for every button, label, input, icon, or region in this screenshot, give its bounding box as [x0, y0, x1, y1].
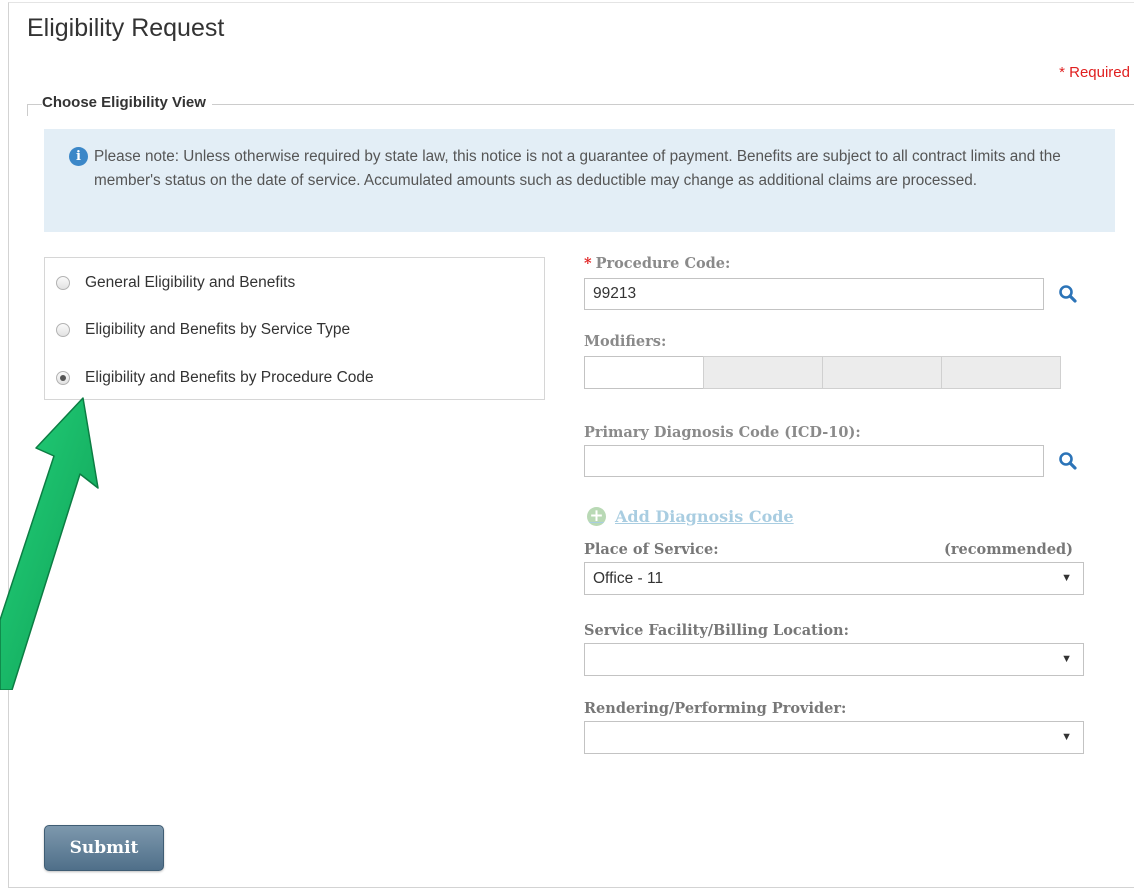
- recommended-hint: (recommended): [944, 541, 1074, 558]
- modifiers-label: Modifiers:: [584, 333, 667, 350]
- modifier-input-4: [941, 356, 1061, 389]
- place-of-service-label: Place of Service:: [584, 541, 719, 558]
- add-diagnosis-label: Add Diagnosis Code: [615, 507, 794, 526]
- search-icon[interactable]: [1058, 451, 1078, 471]
- primary-diagnosis-label: Primary Diagnosis Code (ICD-10):: [584, 424, 861, 441]
- view-option-label: General Eligibility and Benefits: [85, 274, 296, 291]
- view-option-procedure-code[interactable]: Eligibility and Benefits by Procedure Co…: [56, 369, 374, 387]
- radio-procedure-code[interactable]: [56, 371, 70, 385]
- notice-box: Please note: Unless otherwise required b…: [44, 129, 1115, 232]
- add-diagnosis-link[interactable]: + Add Diagnosis Code: [587, 507, 794, 526]
- rendering-provider-select[interactable]: ▼: [584, 721, 1084, 754]
- section-legend: Choose Eligibility View: [42, 94, 212, 111]
- primary-diagnosis-input[interactable]: [584, 445, 1044, 477]
- view-option-label: Eligibility and Benefits by Service Type: [85, 321, 351, 338]
- radio-general[interactable]: [56, 276, 70, 290]
- service-facility-select[interactable]: ▼: [584, 643, 1084, 676]
- submit-button[interactable]: Submit: [44, 825, 164, 871]
- radio-service-type[interactable]: [56, 323, 70, 337]
- view-option-general[interactable]: General Eligibility and Benefits: [56, 274, 295, 292]
- fieldset-border-left: [27, 104, 28, 116]
- modifiers-group: [584, 356, 1061, 389]
- modifier-input-1[interactable]: [584, 356, 704, 389]
- view-option-label: Eligibility and Benefits by Procedure Co…: [85, 369, 374, 386]
- place-of-service-value: Office - 11: [593, 570, 664, 587]
- chevron-down-icon: ▼: [1061, 653, 1072, 665]
- modifier-input-3: [822, 356, 942, 389]
- required-note: * Required: [1059, 64, 1130, 81]
- view-option-service-type[interactable]: Eligibility and Benefits by Service Type: [56, 321, 350, 339]
- service-facility-label: Service Facility/Billing Location:: [584, 622, 849, 639]
- place-of-service-select[interactable]: Office - 11 ▼: [584, 562, 1084, 595]
- modifier-input-2: [703, 356, 823, 389]
- info-icon: i: [69, 147, 88, 166]
- notice-text: Please note: Unless otherwise required b…: [94, 148, 1061, 189]
- procedure-code-input[interactable]: 99213: [584, 278, 1044, 310]
- plus-circle-icon: +: [587, 507, 606, 526]
- search-icon[interactable]: [1058, 284, 1078, 304]
- required-marker: *: [584, 255, 592, 272]
- procedure-code-label: * Procedure Code:: [584, 255, 731, 272]
- chevron-down-icon: ▼: [1061, 731, 1072, 743]
- page-title: Eligibility Request: [27, 14, 225, 42]
- green-arrow-icon: [0, 397, 99, 690]
- chevron-down-icon: ▼: [1061, 572, 1072, 584]
- rendering-provider-label: Rendering/Performing Provider:: [584, 700, 847, 717]
